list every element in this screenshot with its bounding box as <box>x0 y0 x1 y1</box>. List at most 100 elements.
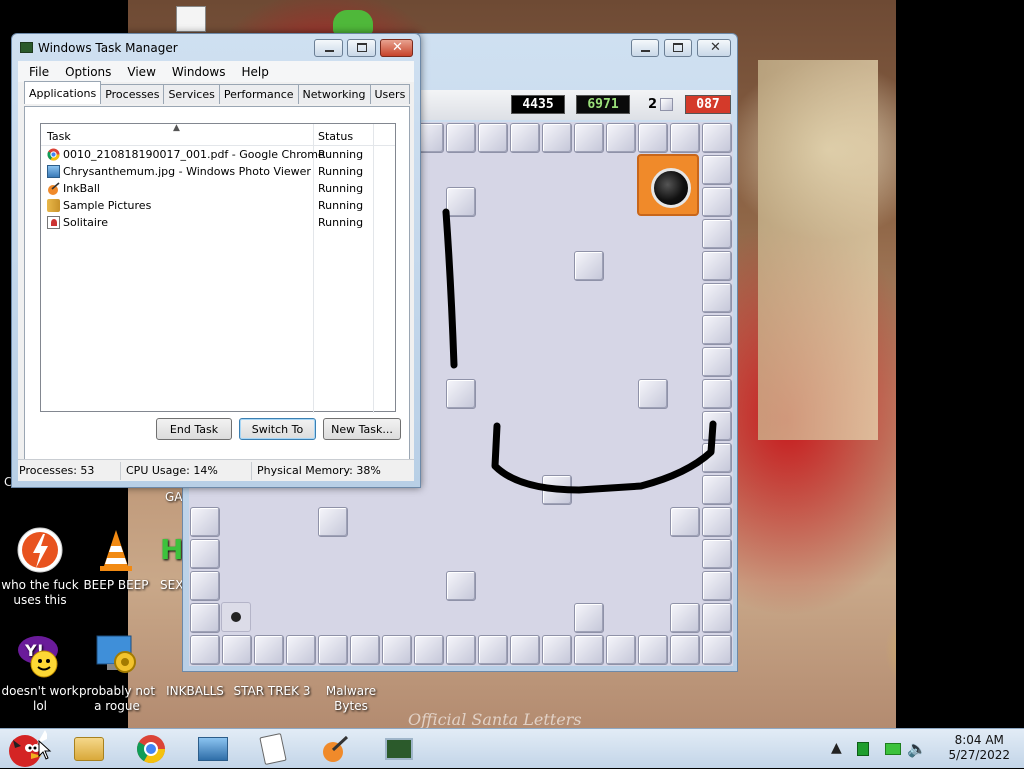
minimize-button[interactable] <box>631 39 659 57</box>
menu-file[interactable]: File <box>21 65 57 79</box>
tab-performance[interactable]: Performance <box>218 84 299 104</box>
task-status: Running <box>318 182 364 195</box>
menu-options[interactable]: Options <box>57 65 119 79</box>
wall-tile <box>446 187 476 217</box>
wall-tile <box>702 251 732 281</box>
close-button[interactable]: ✕ <box>380 39 413 57</box>
tab-processes[interactable]: Processes <box>100 84 165 104</box>
taskbar-explorer-button[interactable] <box>64 732 114 766</box>
wall-tile <box>638 635 668 665</box>
wall-tile <box>190 635 220 665</box>
switch-to-button[interactable]: Switch To <box>239 418 316 440</box>
inkball-icon <box>323 735 349 762</box>
wall-tile <box>702 187 732 217</box>
close-button[interactable]: ✕ <box>697 39 731 57</box>
minimize-button[interactable] <box>314 39 343 57</box>
wall-tile <box>446 571 476 601</box>
task-status: Running <box>318 148 364 161</box>
chrome-icon <box>47 148 60 161</box>
wall-tile <box>702 475 732 505</box>
mouse-cursor-icon <box>38 740 52 760</box>
task-status: Running <box>318 165 364 178</box>
column-header-task[interactable]: Task <box>47 130 71 143</box>
new-task-button[interactable]: New Task... <box>323 418 401 440</box>
wall-tile <box>702 507 732 537</box>
frog-desktop-icon-fragment[interactable] <box>333 10 373 34</box>
maximize-icon <box>673 43 683 52</box>
wall-tile <box>414 635 444 665</box>
minimize-icon <box>325 50 334 52</box>
wall-tile <box>318 507 348 537</box>
ink-stroke-curve <box>491 420 717 494</box>
end-task-button[interactable]: End Task <box>156 418 232 440</box>
taskbar: ▲ 🔈 8:04 AM 5/27/2022 <box>0 728 1024 768</box>
task-row[interactable]: 0010_210818190017_001.pdf - Google Chrom… <box>41 146 395 163</box>
maximize-icon <box>357 43 367 52</box>
solitaire-desktop-icon-fragment[interactable] <box>176 6 206 32</box>
wall-tile <box>702 219 732 249</box>
taskbar-task-manager-button[interactable] <box>374 732 424 766</box>
desktop-icon-label: STAR TREK 3 <box>233 684 311 698</box>
tab-applications[interactable]: Applications <box>24 81 102 104</box>
wall-tile <box>670 635 700 665</box>
maximize-button[interactable] <box>347 39 376 57</box>
tray-green-status-icon[interactable] <box>857 742 869 756</box>
wall-tile <box>606 123 636 153</box>
wall-tile <box>702 635 732 665</box>
wall-tile <box>478 123 508 153</box>
status-bar: Processes: 53 CPU Usage: 14% Physical Me… <box>18 459 414 481</box>
desktop-icon-sex[interactable]: H SEX <box>160 526 184 596</box>
wall-tile <box>382 635 412 665</box>
menu-help[interactable]: Help <box>233 65 276 79</box>
task-list-header: ▲ Task Status <box>41 123 395 413</box>
wall-tile <box>702 539 732 569</box>
task-row[interactable]: Sample Pictures Running <box>41 197 395 214</box>
window-title: Windows Task Manager <box>38 41 178 55</box>
taskbar-photo-viewer-button[interactable] <box>188 732 238 766</box>
desktop-icon-yahoo[interactable]: Y! doesn't work lol <box>0 632 80 714</box>
wallpaper-watermark: Official Santa Letters <box>408 710 582 729</box>
remaining-display: 087 <box>685 95 731 114</box>
wall-tile <box>190 571 220 601</box>
cpu-usage: CPU Usage: 14% <box>126 464 218 477</box>
maximize-button[interactable] <box>664 39 692 57</box>
column-header-status[interactable]: Status <box>318 130 353 143</box>
close-icon: ✕ <box>392 40 403 55</box>
task-list[interactable]: ▲ Task Status 0010_210818190017_001.pdf … <box>40 123 396 413</box>
tray-clock[interactable]: 8:04 AM 5/27/2022 <box>948 733 1010 763</box>
wall-tile <box>702 571 732 601</box>
desktop-icon-label: who the fuck uses this <box>1 578 79 607</box>
volume-icon[interactable]: 🔈 <box>907 739 927 758</box>
task-row[interactable]: Solitaire Running <box>41 214 395 231</box>
task-manager-titlebar[interactable]: Windows Task Manager ✕ <box>12 34 420 61</box>
sort-up-icon: ▲ <box>173 123 180 133</box>
wall-tile <box>702 411 732 441</box>
wall-tile <box>190 603 220 633</box>
tab-users[interactable]: Users <box>369 84 411 104</box>
solitaire-icon <box>47 216 60 229</box>
timer-display: 6971 <box>576 95 630 114</box>
menu-windows[interactable]: Windows <box>164 65 234 79</box>
wall-tile <box>574 635 604 665</box>
task-manager-window[interactable]: Windows Task Manager ✕ File Options View… <box>11 33 421 488</box>
taskbar-solitaire-button[interactable] <box>248 732 298 766</box>
wall-tile <box>702 315 732 345</box>
clock-time: 8:04 AM <box>954 733 1004 747</box>
yahoo-messenger-icon: Y! <box>16 632 64 680</box>
green-h-icon: H <box>160 533 184 566</box>
photo-viewer-icon <box>47 165 60 178</box>
task-row[interactable]: InkBall Running <box>41 180 395 197</box>
tray-network-icon[interactable] <box>885 743 901 755</box>
tab-networking[interactable]: Networking <box>297 84 371 104</box>
wall-tile <box>286 635 316 665</box>
task-status: Running <box>318 216 364 229</box>
task-row[interactable]: Chrysanthemum.jpg - Windows Photo Viewer… <box>41 163 395 180</box>
desktop-icon-vlc[interactable]: BEEP BEEP <box>76 526 156 593</box>
menu-view[interactable]: View <box>119 65 163 79</box>
show-hidden-icons-chevron-icon[interactable]: ▲ <box>831 740 842 756</box>
desktop-icon-rogue[interactable]: probably not a rogue <box>77 632 157 714</box>
desktop-icon-lightning[interactable]: who the fuck uses this <box>0 526 80 608</box>
taskbar-inkball-button[interactable] <box>310 732 360 766</box>
taskbar-chrome-button[interactable] <box>126 732 176 766</box>
tab-services[interactable]: Services <box>163 84 220 104</box>
